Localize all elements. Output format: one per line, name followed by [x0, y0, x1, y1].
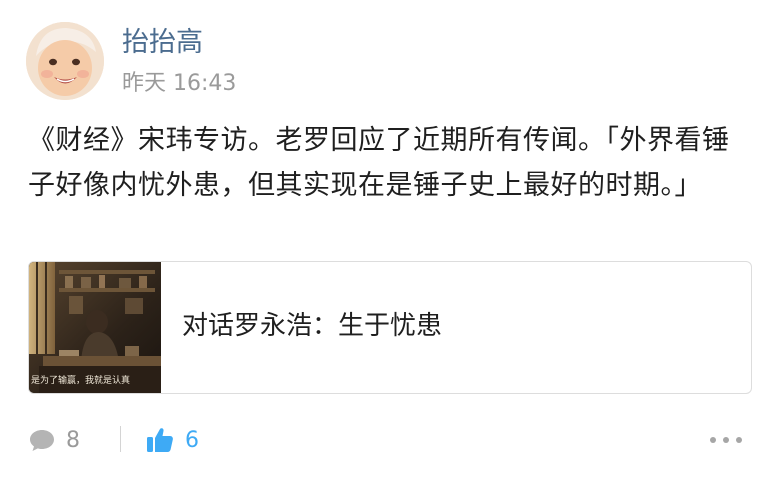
action-divider	[120, 426, 121, 452]
link-card-thumbnail: 是为了输赢，我就是认真	[29, 262, 161, 393]
baby-face-avatar-image	[26, 22, 104, 100]
like-button[interactable]: 6	[145, 420, 215, 460]
avatar[interactable]	[26, 22, 104, 100]
more-options-button[interactable]	[710, 428, 742, 452]
comment-icon	[28, 426, 56, 454]
ellipsis-icon	[736, 437, 742, 443]
username[interactable]: 抬抬高	[122, 26, 203, 60]
post-body-text: 《财经》宋玮专访。老罗回应了近期所有传闻。「外界看锤子好像内忧外患，但其实现在是…	[28, 125, 730, 201]
timeline-post: 抬抬高 昨天 16:43 《财经》宋玮专访。老罗回应了近期所有传闻。「外界看锤子…	[0, 0, 780, 478]
ellipsis-icon	[710, 437, 716, 443]
link-card-title: 对话罗永浩：生于忧患	[182, 311, 443, 341]
ellipsis-icon	[723, 437, 729, 443]
workshop-photo-image	[29, 262, 161, 393]
like-count: 6	[185, 427, 199, 453]
comment-button[interactable]: 8	[28, 420, 98, 460]
thumbs-up-icon	[145, 425, 175, 455]
post-actions-bar: 8 6	[28, 420, 752, 460]
post-timestamp: 昨天 16:43	[122, 71, 237, 96]
thumbnail-caption: 是为了输赢，我就是认真	[31, 376, 131, 386]
comment-count: 8	[66, 427, 80, 453]
link-card[interactable]: 是为了输赢，我就是认真 对话罗永浩：生于忧患	[28, 261, 752, 394]
